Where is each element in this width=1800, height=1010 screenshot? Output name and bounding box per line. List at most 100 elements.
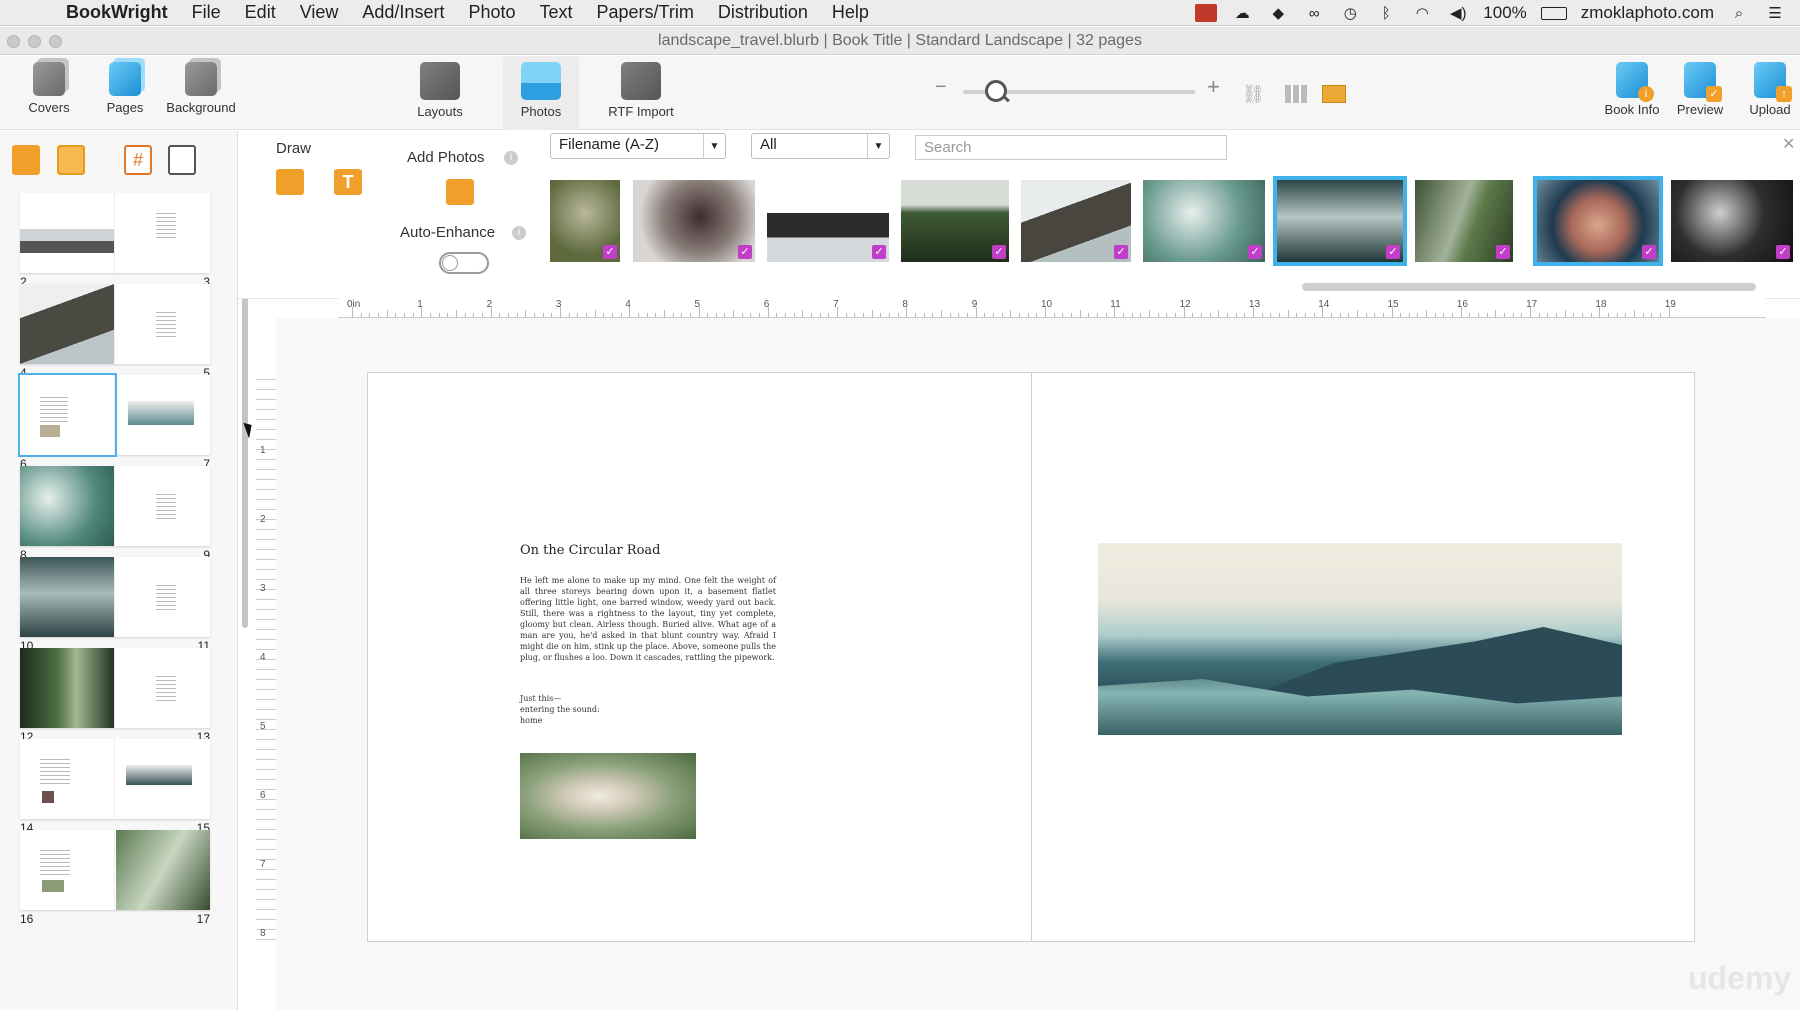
page-thumb-11[interactable] — [116, 557, 210, 637]
page-thumb-9[interactable] — [116, 466, 210, 546]
page-photo-mountains[interactable] — [1098, 543, 1622, 735]
menu-photo[interactable]: Photo — [456, 2, 527, 23]
photo-thumb-4[interactable]: ✓ — [901, 180, 1009, 262]
page-thumb-4[interactable] — [20, 284, 115, 364]
user-name[interactable]: zmoklaphoto.com — [1581, 3, 1714, 23]
spread-thumb-14-15[interactable]: 14 15 — [20, 739, 210, 835]
edit-page-icon[interactable] — [168, 145, 196, 175]
creative-cloud-icon[interactable]: ∞ — [1303, 4, 1325, 22]
draw-photo-box-icon[interactable] — [276, 169, 304, 195]
menu-edit[interactable]: Edit — [233, 2, 288, 23]
spread-thumb-4-5[interactable]: 4 5 — [20, 284, 210, 380]
background-button[interactable]: Background — [162, 62, 240, 115]
auto-enhance-info-icon[interactable]: i — [512, 226, 526, 240]
bluetooth-icon[interactable]: ᛒ — [1375, 4, 1397, 22]
add-page-icon[interactable] — [12, 145, 40, 175]
page-number-icon[interactable]: # — [124, 145, 152, 175]
spread-thumb-6-7[interactable]: 6 7 — [18, 373, 210, 471]
photo-strip-scrollbar[interactable] — [1302, 283, 1756, 291]
page-thumb-10[interactable] — [20, 557, 115, 637]
menu-papers-trim[interactable]: Papers/Trim — [585, 2, 706, 23]
delete-page-icon[interactable] — [57, 145, 85, 175]
page-thumb-17[interactable] — [116, 830, 210, 910]
menu-distribution[interactable]: Distribution — [706, 2, 820, 23]
page-thumb-8[interactable] — [20, 466, 115, 546]
photo-thumb-7[interactable]: ✓ — [1273, 176, 1407, 266]
photo-thumb-8[interactable]: ✓ — [1415, 180, 1513, 262]
upload-button[interactable]: ↑ Upload — [1742, 62, 1798, 117]
page-thumb-6[interactable] — [18, 373, 117, 457]
page-photo-hair[interactable] — [520, 753, 696, 839]
menu-text[interactable]: Text — [528, 2, 585, 23]
chain-link-icon[interactable]: ⛓ — [1242, 84, 1268, 106]
photos-button[interactable]: Photos — [503, 56, 579, 130]
photo-thumb-3[interactable]: ✓ — [767, 180, 889, 262]
menu-file[interactable]: File — [180, 2, 233, 23]
vruler-number: 7 — [260, 859, 266, 870]
rtf-import-button[interactable]: RTF Import — [604, 62, 678, 119]
draw-text-box-icon[interactable]: T — [334, 169, 362, 195]
photo-thumb-10[interactable]: ✓ — [1671, 180, 1793, 262]
filter-dropdown[interactable]: All ▼ — [751, 133, 890, 159]
auto-enhance-toggle[interactable] — [439, 252, 489, 274]
menu-help[interactable]: Help — [820, 2, 881, 23]
left-page[interactable]: On the Circular Road He left me alone to… — [367, 372, 1032, 942]
spotlight-search-icon[interactable]: ⌕ — [1728, 4, 1750, 22]
right-page[interactable] — [1031, 372, 1695, 942]
spread-thumb-16-17[interactable]: 16 17 — [20, 830, 210, 926]
battery-icon[interactable] — [1540, 6, 1567, 20]
page-thumb-16[interactable] — [20, 830, 115, 910]
zoom-slider[interactable]: − + — [935, 74, 1235, 104]
page-thumb-3[interactable] — [116, 193, 210, 273]
page-thumb-15[interactable] — [116, 739, 210, 819]
wifi-icon[interactable]: ◠ — [1411, 4, 1433, 22]
page-thumb-13[interactable] — [116, 648, 210, 728]
zoom-out-icon[interactable]: − — [935, 76, 947, 99]
zoom-in-icon[interactable]: + — [1207, 74, 1220, 100]
time-machine-icon[interactable]: ◷ — [1339, 4, 1361, 22]
sidebar-scrollbar[interactable] — [242, 255, 248, 628]
photo-thumb-9[interactable]: ✓ — [1533, 176, 1663, 266]
spread-thumb-8-9[interactable]: 8 9 — [20, 466, 210, 562]
page-thumb-2[interactable] — [20, 193, 115, 273]
battery-percent[interactable]: 100% — [1483, 3, 1526, 23]
add-photos-icon[interactable] — [446, 179, 474, 205]
preview-button[interactable]: ✓ Preview — [1672, 62, 1728, 117]
notification-list-icon[interactable]: ☰ — [1764, 4, 1786, 22]
sort-dropdown[interactable]: Filename (A-Z) ▼ — [550, 133, 726, 159]
page-thumb-12[interactable] — [20, 648, 115, 728]
book-info-button[interactable]: i Book Info — [1600, 62, 1664, 117]
search-input[interactable]: Search — [915, 135, 1227, 160]
spread-view-icon[interactable] — [1322, 85, 1346, 103]
story-title[interactable]: On the Circular Road — [520, 543, 661, 558]
ruler-tick — [1538, 313, 1540, 317]
volume-icon[interactable]: ◀) — [1447, 4, 1469, 22]
page-thumb-5[interactable] — [116, 284, 210, 364]
elephant-icon[interactable]: ◆ — [1267, 4, 1289, 22]
covers-button[interactable]: Covers — [24, 62, 74, 115]
menu-app-name[interactable]: BookWright — [54, 2, 180, 23]
film-icon[interactable] — [1195, 4, 1218, 22]
page-thumb-14[interactable] — [20, 739, 115, 819]
story-poem-text[interactable]: Just this— entering the sound: home — [520, 693, 600, 726]
photo-thumb-6[interactable]: ✓ — [1143, 180, 1265, 262]
photo-thumb-1[interactable]: ✓ — [550, 180, 620, 262]
menu-add-insert[interactable]: Add/Insert — [350, 2, 456, 23]
spread-thumb-12-13[interactable]: 12 13 — [20, 648, 210, 744]
spread-thumb-2-3[interactable]: 2 3 — [20, 193, 210, 289]
cloud-icon[interactable]: ☁ — [1231, 4, 1253, 22]
pages-button[interactable]: Pages — [100, 62, 150, 115]
zoom-magnifier-icon[interactable] — [985, 80, 1007, 102]
photo-thumb-5[interactable]: ✓ — [1021, 180, 1131, 262]
spread-thumb-10-11[interactable]: 10 11 — [20, 557, 210, 653]
menu-view[interactable]: View — [288, 2, 351, 23]
close-palette-icon[interactable]: ✕ — [1782, 134, 1795, 154]
page-thumb-7[interactable] — [116, 375, 210, 455]
ruler-tick — [828, 313, 830, 317]
story-body-text[interactable]: He left me alone to make up my mind. One… — [520, 575, 776, 663]
ruler-tick — [941, 310, 943, 317]
grid-view-icon[interactable] — [1285, 85, 1307, 103]
photo-thumb-2[interactable]: ✓ — [633, 180, 755, 262]
add-photos-info-icon[interactable]: i — [504, 151, 518, 165]
layouts-button[interactable]: Layouts — [410, 62, 470, 119]
